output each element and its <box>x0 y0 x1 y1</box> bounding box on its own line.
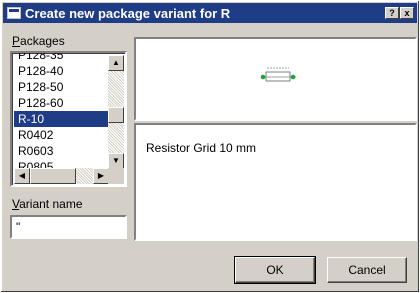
ok-button[interactable]: OK <box>234 256 316 284</box>
packages-list: P128-35 P128-40 P128-50 P128-60 R-10 R04… <box>14 53 109 175</box>
triangle-up-icon: ▲ <box>112 58 120 67</box>
horizontal-scroll-thumb[interactable] <box>30 168 76 184</box>
packages-label-accesskey: P <box>12 34 21 48</box>
window-icon[interactable] <box>7 7 21 19</box>
scrollbar-corner <box>108 168 124 184</box>
packages-label: Packages <box>12 34 65 48</box>
vertical-scrollbar[interactable]: ▲ ▼ <box>108 55 124 169</box>
list-item[interactable]: P128-50 <box>14 79 109 95</box>
triangle-right-icon: ▶ <box>97 171 105 180</box>
triangle-down-icon: ▼ <box>112 156 120 165</box>
package-symbol <box>260 67 296 82</box>
close-button[interactable]: x <box>400 7 414 19</box>
packages-listbox[interactable]: P128-35 P128-40 P128-50 P128-60 R-10 R04… <box>10 51 127 187</box>
variant-name-label: Variant name <box>12 197 83 211</box>
window-title: Create new package variant for R <box>25 5 231 21</box>
resistor-symbol-icon <box>260 67 296 82</box>
vertical-scroll-thumb[interactable] <box>108 107 124 123</box>
package-description: Resistor Grid 10 mm <box>146 141 257 155</box>
cancel-button[interactable]: Cancel <box>327 257 407 283</box>
scroll-right-button[interactable]: ▶ <box>93 168 109 184</box>
horizontal-scrollbar[interactable]: ◀ ▶ <box>14 168 109 184</box>
variant-label-text: ariant name <box>19 197 83 211</box>
scroll-down-button[interactable]: ▼ <box>108 153 124 169</box>
title-bar[interactable]: Create new package variant for R ? x <box>3 3 417 23</box>
list-item[interactable]: P128-35 <box>14 53 109 63</box>
scroll-up-button[interactable]: ▲ <box>108 55 124 71</box>
list-item[interactable]: R0603 <box>14 143 109 159</box>
scroll-left-button[interactable]: ◀ <box>14 168 30 184</box>
description-panel: Resistor Grid 10 mm <box>134 123 417 241</box>
packages-label-text: ackages <box>20 34 65 48</box>
list-item-selected[interactable]: R-10 <box>14 111 109 127</box>
triangle-left-icon: ◀ <box>18 171 26 180</box>
variant-name-input[interactable]: " <box>10 215 127 239</box>
help-button[interactable]: ? <box>385 7 399 19</box>
package-variant-dialog: Create new package variant for R ? x Pac… <box>0 0 420 293</box>
list-item[interactable]: P128-60 <box>14 95 109 111</box>
package-preview <box>134 37 417 121</box>
list-item[interactable]: R0402 <box>14 127 109 143</box>
list-item[interactable]: P128-40 <box>14 63 109 79</box>
